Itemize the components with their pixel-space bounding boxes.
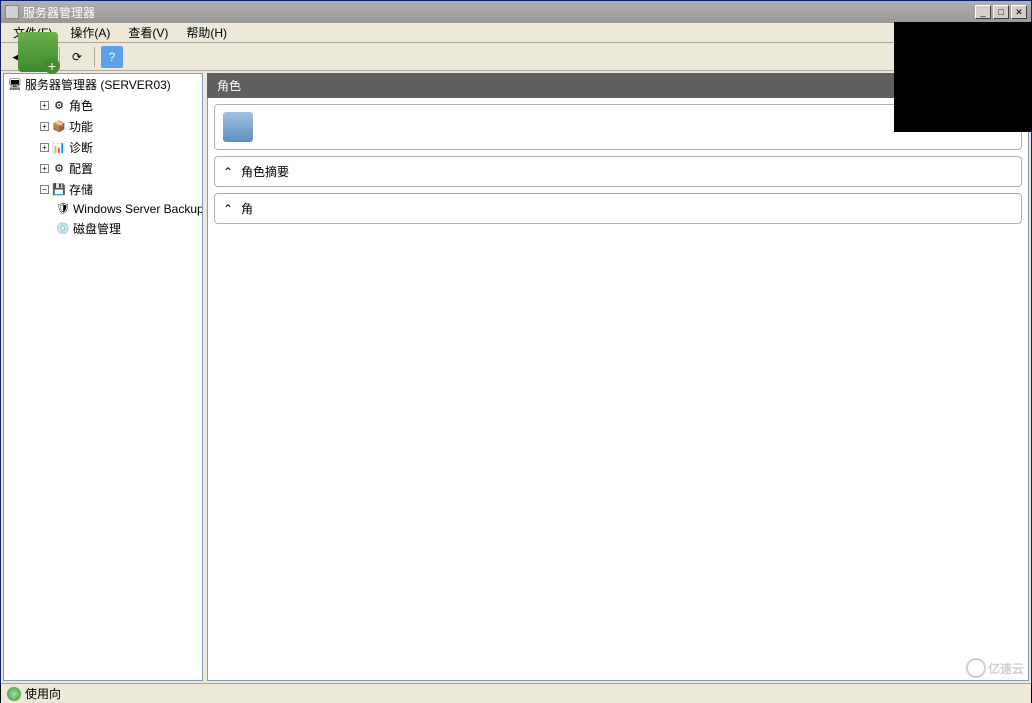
tree-root[interactable]: 🖥 服务器管理器 (SERVER03) <box>4 74 202 95</box>
tree-storage[interactable]: − 💾 存储 <box>4 179 202 200</box>
main-title: 服务器管理器 <box>23 4 95 21</box>
caret-icon: ⌃ <box>223 202 235 216</box>
server-icon: 🖥 <box>8 78 22 92</box>
collapse-icon[interactable]: − <box>40 185 49 194</box>
tree-diagnostics[interactable]: + 📊 诊断 <box>4 137 202 158</box>
expand-icon[interactable]: + <box>40 164 49 173</box>
expand-icon[interactable]: + <box>40 122 49 131</box>
diagnostics-icon: 📊 <box>52 141 66 155</box>
features-icon: 📦 <box>52 120 66 134</box>
storage-icon: 💾 <box>52 183 66 197</box>
tree-diskmgmt[interactable]: 💿 磁盘管理 <box>4 218 202 239</box>
rp-roles-summary[interactable]: ⌃ 角色摘要 <box>214 156 1022 187</box>
server-manager-window: 服务器管理器 _ □ ✕ 文件(F) 操作(A) 查看(V) 帮助(H) ◄ ►… <box>0 0 1032 684</box>
help-button[interactable]: ? <box>101 46 123 68</box>
tree-panel[interactable]: 🖥 服务器管理器 (SERVER03) + ⚙ 角色 + 📦 功能 + 📊 诊断… <box>3 73 203 681</box>
main-titlebar[interactable]: 服务器管理器 _ □ ✕ <box>1 1 1031 23</box>
rp-roles-section[interactable]: ⌃ 角 <box>214 193 1022 224</box>
disk-icon: 💿 <box>56 222 70 236</box>
menu-view[interactable]: 查看(V) <box>120 22 176 43</box>
black-area <box>894 22 1032 132</box>
close-button[interactable]: ✕ <box>1011 5 1027 19</box>
status-icon <box>7 687 21 701</box>
watermark: 亿速云 <box>966 657 1024 678</box>
tree-features[interactable]: + 📦 功能 <box>4 116 202 137</box>
status-text: 使用向 <box>25 685 61 702</box>
maximize-button[interactable]: □ <box>993 5 1009 19</box>
expand-icon[interactable]: + <box>40 143 49 152</box>
wizard-icon <box>18 32 58 72</box>
tree-wsb[interactable]: 🛡 Windows Server Backup <box>4 200 202 218</box>
menu-action[interactable]: 操作(A) <box>62 22 118 43</box>
separator <box>94 47 95 67</box>
caret-icon: ⌃ <box>223 165 235 179</box>
expand-icon[interactable]: + <box>40 101 49 110</box>
minimize-button[interactable]: _ <box>975 5 991 19</box>
configuration-icon: ⚙ <box>52 162 66 176</box>
menu-help[interactable]: 帮助(H) <box>178 22 235 43</box>
summary-icon <box>223 112 253 142</box>
tree-configuration[interactable]: + ⚙ 配置 <box>4 158 202 179</box>
tree-roles[interactable]: + ⚙ 角色 <box>4 95 202 116</box>
menubar: 文件(F) 操作(A) 查看(V) 帮助(H) <box>1 23 1031 43</box>
toolbar: ◄ ► ⟳ ? <box>1 43 1031 71</box>
app-icon <box>5 5 19 19</box>
refresh-button[interactable]: ⟳ <box>66 46 88 68</box>
roles-icon: ⚙ <box>52 99 66 113</box>
right-panel: 角色 ⌃ 角色摘要 ⌃ 角 <box>207 73 1029 681</box>
statusbar: 使用向 <box>1 683 1031 703</box>
backup-icon: 🛡 <box>56 202 70 216</box>
